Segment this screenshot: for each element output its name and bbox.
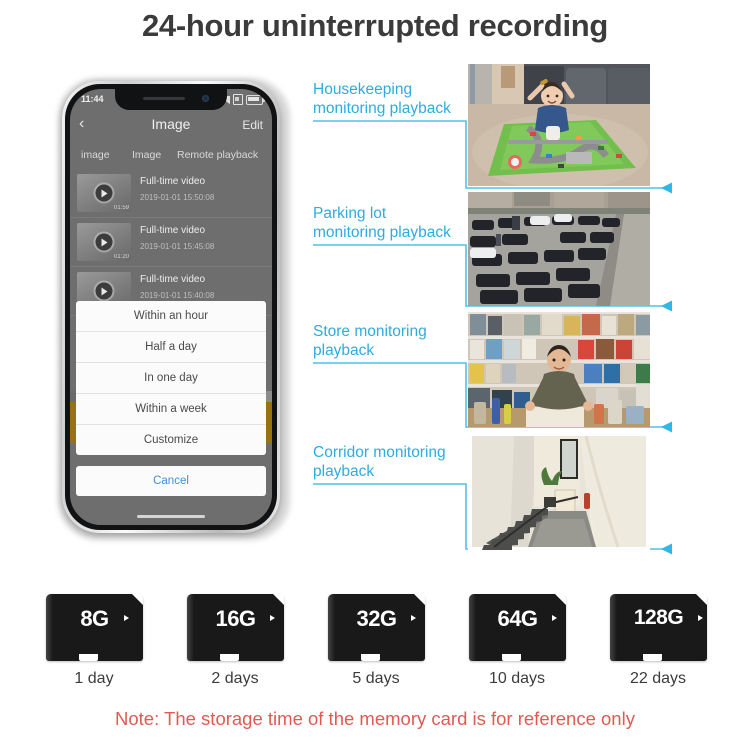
video-timestamp: 2019-01-01 15:50:08 (140, 193, 215, 202)
memory-card-capacity: 128G (633, 606, 684, 629)
play-icon[interactable] (95, 233, 113, 251)
action-sheet-item-customize[interactable]: Customize (76, 425, 266, 455)
tab-remote-playback[interactable]: Remote playback (177, 149, 258, 161)
sim-card-icon (233, 94, 243, 105)
video-title: Full-time video (140, 225, 206, 236)
edit-button[interactable]: Edit (242, 118, 263, 132)
app-nav-bar: ‹ Image Edit (70, 110, 272, 140)
action-sheet-item-within-a-week[interactable]: Within a week (76, 394, 266, 425)
phone-mockup: 11:44 ‹ Image Edit image Image Remote pl… (58, 78, 290, 540)
list-item[interactable]: 01:20 Full-time video 2019-01-01 15:45:0… (70, 218, 272, 267)
video-title: Full-time video (140, 274, 206, 285)
memory-card-duration-128g: 22 days (629, 670, 687, 687)
memory-card-duration-16g: 2 days (211, 670, 259, 687)
photo-store (468, 312, 650, 427)
video-duration: 01:20 (113, 254, 129, 260)
video-thumbnail[interactable]: 01:59 (77, 174, 131, 212)
video-timestamp: 2019-01-01 15:40:08 (140, 291, 215, 300)
play-icon[interactable] (95, 184, 113, 202)
action-sheet-item-half-a-day[interactable]: Half a day (76, 332, 266, 363)
video-meta: Full-time video 2019-01-01 15:50:08 (140, 176, 214, 202)
list-item[interactable]: 01:59 Full-time video 2019-01-01 15:50:0… (70, 169, 272, 218)
phone-notch (115, 89, 227, 110)
video-meta: Full-time video 2019-01-01 15:45:08 (140, 225, 214, 251)
phone-body: 11:44 ‹ Image Edit image Image Remote pl… (65, 84, 277, 530)
memory-card-duration-8g: 1 day (74, 670, 114, 687)
phone-frame: 11:44 ‹ Image Edit image Image Remote pl… (62, 81, 280, 533)
video-thumbnail[interactable]: 01:20 (77, 223, 131, 261)
memory-card-duration-32g: 5 days (352, 670, 400, 687)
photo-housekeeping (468, 64, 650, 186)
card-arrow-icon (552, 615, 557, 621)
card-arrow-icon (270, 615, 275, 621)
video-timestamp: 2019-01-01 15:45:08 (140, 242, 215, 251)
card-arrow-icon (698, 615, 703, 621)
action-sheet[interactable]: Within an hour Half a day In one day Wit… (76, 301, 266, 496)
memory-card-8g: 8G (46, 594, 143, 661)
tab-image[interactable]: Image (132, 149, 161, 161)
video-meta: Full-time video 2019-01-01 15:40:08 (140, 274, 214, 300)
tab-bar: image Image Remote playback (70, 142, 272, 168)
action-sheet-options[interactable]: Within an hour Half a day In one day Wit… (76, 301, 266, 455)
annotation-label-parking-lot: Parking lot monitoring playback (313, 205, 451, 241)
memory-card-32g: 32G (328, 594, 425, 661)
earpiece-speaker-icon (143, 97, 185, 100)
action-sheet-item-within-an-hour[interactable]: Within an hour (76, 301, 266, 332)
annotation-label-store: Store monitoring playback (313, 323, 427, 359)
page-title: 24-hour uninterrupted recording (141, 8, 609, 43)
cancel-button[interactable]: Cancel (76, 466, 266, 496)
card-arrow-icon (124, 615, 129, 621)
phone-screen: 11:44 ‹ Image Edit image Image Remote pl… (70, 89, 272, 525)
play-icon[interactable] (95, 282, 113, 300)
tab-image-lower[interactable]: image (81, 149, 110, 161)
video-list[interactable]: 01:59 Full-time video 2019-01-01 15:50:0… (70, 169, 272, 316)
memory-card-128g: 128G (610, 594, 707, 661)
memory-card-16g: 16G (187, 594, 284, 661)
home-indicator (137, 514, 205, 518)
video-duration: 01:59 (113, 205, 129, 211)
annotation-label-housekeeping: Housekeeping monitoring playback (313, 81, 451, 117)
action-sheet-item-in-one-day[interactable]: In one day (76, 363, 266, 394)
front-camera-icon (202, 95, 209, 102)
annotation-label-corridor: Corridor monitoring playback (313, 444, 446, 480)
card-arrow-icon (411, 615, 416, 621)
memory-card-duration-64g: 10 days (488, 670, 546, 687)
memory-card-64g: 64G (469, 594, 566, 661)
video-title: Full-time video (140, 176, 206, 187)
photo-corridor (468, 433, 650, 550)
status-bar-clock: 11:44 (81, 94, 104, 104)
footer-note: Note: The storage time of the memory car… (115, 708, 635, 729)
photo-parking-lot (468, 192, 650, 306)
battery-icon (246, 94, 265, 105)
